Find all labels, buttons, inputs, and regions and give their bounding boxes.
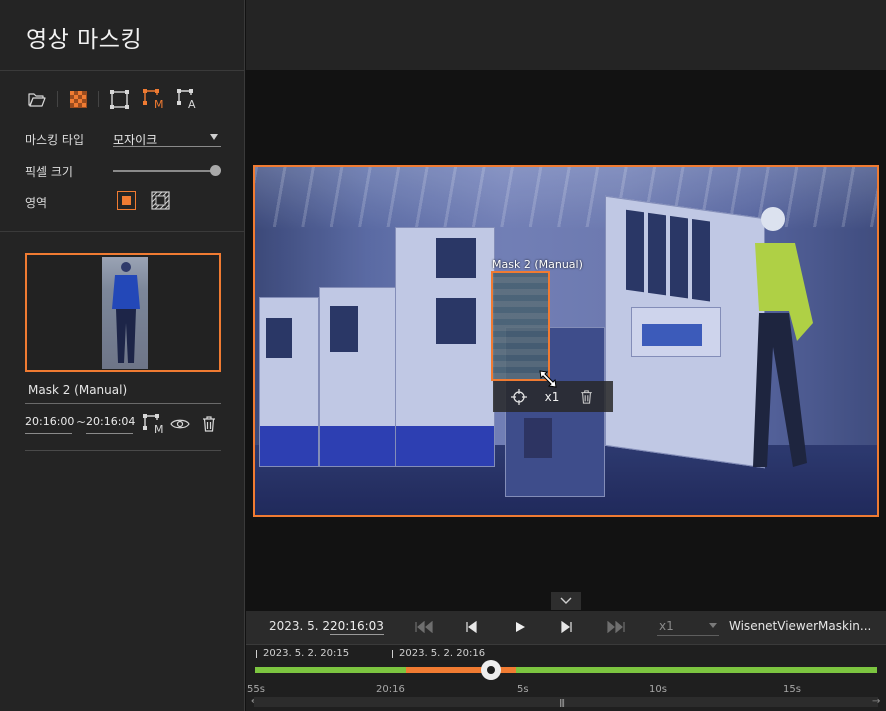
mosaic-icon[interactable] bbox=[68, 89, 88, 109]
mask-type-select[interactable]: 모자이크 bbox=[113, 131, 221, 147]
eye-icon[interactable] bbox=[169, 414, 191, 434]
mask-thumbnail[interactable] bbox=[25, 253, 221, 372]
chevron-down-icon bbox=[709, 623, 717, 628]
slider-thumb[interactable] bbox=[210, 165, 221, 176]
auto-mask-icon[interactable]: A bbox=[176, 89, 200, 109]
timeline-tick bbox=[256, 650, 257, 658]
video-frame[interactable] bbox=[253, 165, 879, 517]
divider bbox=[57, 91, 58, 107]
collapse-button[interactable] bbox=[551, 592, 581, 610]
playhead-center bbox=[487, 666, 495, 674]
folder-open-icon[interactable] bbox=[27, 89, 47, 109]
end-time-field[interactable]: 20:16:04 bbox=[86, 415, 135, 434]
manual-letter: M bbox=[154, 98, 164, 109]
timeline-scale-label: 10s bbox=[649, 684, 667, 695]
video-tint bbox=[255, 167, 877, 515]
mask-region-label: Mask 2 (Manual) bbox=[492, 258, 583, 271]
mask-name-field[interactable]: Mask 2 (Manual) bbox=[25, 383, 221, 404]
timeline-tick bbox=[392, 650, 393, 658]
time-separator: ~ bbox=[76, 415, 87, 429]
timeline-scale-label: 20:16 bbox=[376, 684, 405, 695]
timeline-scrollbar[interactable]: ||| bbox=[254, 697, 878, 707]
slider-track bbox=[113, 170, 217, 172]
mask-region[interactable] bbox=[491, 271, 550, 381]
playback-time-field[interactable]: 20:16:03 bbox=[330, 619, 384, 635]
manual-mask-icon[interactable]: M bbox=[142, 414, 166, 434]
file-name: WisenetViewerMaskin... bbox=[729, 619, 872, 633]
timeline[interactable]: 2023. 5. 2. 20:15 2023. 5. 2. 20:16 55s … bbox=[246, 645, 886, 711]
skip-start-icon[interactable] bbox=[413, 618, 435, 636]
divider bbox=[0, 231, 245, 232]
divider bbox=[25, 450, 221, 451]
recording-bar[interactable] bbox=[255, 667, 877, 673]
resize-cursor-icon bbox=[538, 369, 560, 391]
playback-date: 2023. 5. 2. bbox=[269, 619, 334, 633]
scroll-grip[interactable]: ||| bbox=[559, 698, 565, 707]
manual-letter: M bbox=[154, 423, 164, 434]
left-panel: 영상 마스킹 M A 마스킹 타입 모자이크 픽셀 크기 영역 Mask 2 (… bbox=[0, 0, 245, 711]
step-forward-icon[interactable] bbox=[556, 618, 578, 636]
speed-select[interactable]: x1 bbox=[657, 619, 719, 636]
area-inside-icon[interactable] bbox=[117, 191, 136, 210]
area-label: 영역 bbox=[25, 196, 48, 210]
page-title: 영상 마스킹 bbox=[26, 27, 143, 53]
trash-icon[interactable] bbox=[559, 381, 613, 412]
divider bbox=[0, 70, 245, 71]
area-inside-fill bbox=[122, 196, 131, 205]
playhead-handle[interactable] bbox=[481, 660, 501, 680]
playback-bar: 2023. 5. 2. 20:16:03 x1 WisenetViewerMas… bbox=[246, 611, 886, 645]
mask-type-value: 모자이크 bbox=[113, 133, 158, 147]
timeline-scale-label: 15s bbox=[783, 684, 801, 695]
play-icon[interactable] bbox=[509, 618, 531, 636]
scroll-right-arrow[interactable]: → bbox=[872, 696, 880, 707]
chevron-down-icon bbox=[560, 597, 572, 604]
pixel-size-slider[interactable] bbox=[113, 165, 221, 177]
start-time-field[interactable]: 20:16:00 bbox=[25, 415, 74, 434]
mask-thumbnail-image bbox=[102, 257, 148, 369]
top-bar bbox=[246, 0, 886, 70]
skip-end-icon[interactable] bbox=[605, 618, 627, 636]
mask-rect-icon[interactable] bbox=[109, 89, 129, 109]
divider bbox=[98, 91, 99, 107]
manual-mask-icon[interactable]: M bbox=[142, 89, 166, 109]
step-back-icon[interactable] bbox=[460, 618, 482, 636]
timeline-scale-label: 55s bbox=[247, 684, 265, 695]
timeline-scale-label: 5s bbox=[517, 684, 529, 695]
timeline-marker: 2023. 5. 2. 20:16 bbox=[399, 648, 486, 659]
area-outside-icon[interactable] bbox=[151, 191, 170, 210]
pixel-size-label: 픽셀 크기 bbox=[25, 165, 73, 179]
timeline-marker: 2023. 5. 2. 20:15 bbox=[263, 648, 350, 659]
speed-value: x1 bbox=[659, 619, 674, 633]
trash-icon[interactable] bbox=[198, 414, 220, 434]
mask-type-label: 마스킹 타입 bbox=[25, 133, 85, 147]
auto-letter: A bbox=[188, 98, 196, 109]
chevron-down-icon bbox=[210, 134, 218, 140]
